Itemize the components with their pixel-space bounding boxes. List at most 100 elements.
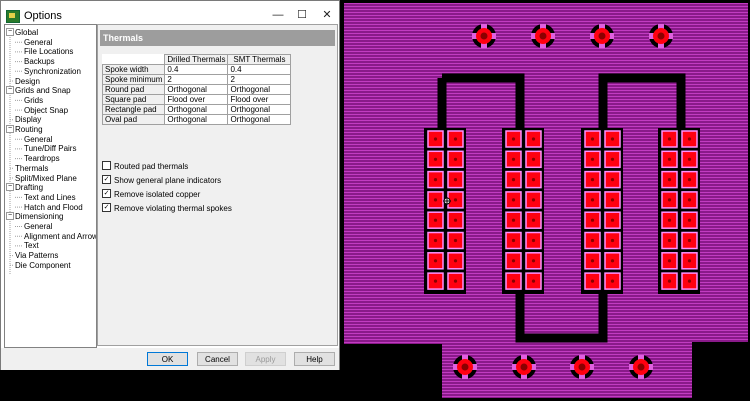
row-label: Oval pad bbox=[101, 114, 166, 125]
cell-drilled[interactable]: Orthogonal bbox=[164, 84, 229, 95]
cell-drilled[interactable]: 0.4 bbox=[164, 64, 229, 75]
via-hole bbox=[578, 363, 586, 371]
pad-center-mark bbox=[511, 137, 516, 141]
pad-center-mark bbox=[531, 238, 536, 243]
pad-center-mark bbox=[433, 137, 438, 141]
pad-center-mark bbox=[687, 137, 692, 141]
row-label: Spoke width bbox=[101, 64, 166, 75]
table-corner bbox=[101, 54, 166, 65]
collapse-toggle[interactable]: − bbox=[6, 28, 14, 36]
pad-center-mark bbox=[667, 218, 672, 222]
via-hole bbox=[461, 363, 469, 371]
table-row: Spoke minimum 2 2 bbox=[101, 74, 292, 85]
cell-drilled[interactable]: Flood over bbox=[164, 94, 229, 105]
pad-center-mark bbox=[531, 157, 536, 161]
pad-center-mark bbox=[590, 137, 595, 141]
pcb-canvas[interactable] bbox=[340, 0, 750, 401]
minimize-button[interactable]: — bbox=[267, 6, 289, 24]
window-title: Options bbox=[24, 10, 62, 22]
show-plane-indicators-checkbox[interactable]: ✓ Show general plane indicators bbox=[102, 175, 221, 187]
apply-button[interactable]: Apply bbox=[245, 352, 286, 366]
pad-center-mark bbox=[667, 238, 672, 243]
row-label: Square pad bbox=[101, 94, 166, 105]
pad-center-mark bbox=[453, 137, 458, 141]
table-row: Rectangle pad Orthogonal Orthogonal bbox=[101, 104, 292, 115]
pad-center-mark bbox=[453, 279, 458, 283]
pad-center-mark bbox=[511, 198, 516, 202]
pad-center-mark bbox=[433, 178, 438, 182]
cell-smt[interactable]: 0.4 bbox=[227, 64, 292, 75]
checkbox-label: Routed pad thermals bbox=[114, 162, 189, 171]
tree-item[interactable]: Die Component bbox=[15, 260, 71, 271]
pad-center-mark bbox=[531, 137, 536, 141]
panel-title: Thermals bbox=[100, 30, 335, 46]
thermals-panel: Thermals Drilled Thermals SMT Thermals S… bbox=[97, 24, 338, 346]
options-tree[interactable]: Global − General File Locations Backups Synch… bbox=[4, 24, 97, 348]
collapse-toggle[interactable]: − bbox=[6, 86, 14, 95]
checkbox-box[interactable] bbox=[102, 161, 111, 171]
pad-center-mark bbox=[433, 238, 438, 243]
pad-center-mark bbox=[531, 259, 536, 263]
cell-drilled[interactable]: 2 bbox=[164, 74, 229, 85]
remove-violating-spokes-checkbox[interactable]: ✓ Remove violating thermal spokes bbox=[102, 203, 232, 215]
collapse-toggle[interactable]: − bbox=[6, 125, 14, 133]
pad-center-mark bbox=[687, 178, 692, 182]
pad-center-mark bbox=[433, 218, 438, 222]
pad-center-mark bbox=[511, 259, 516, 263]
checkbox-label: Remove isolated copper bbox=[114, 190, 201, 199]
table-row: Oval pad Orthogonal Orthogonal bbox=[101, 114, 292, 125]
collapse-toggle[interactable]: − bbox=[6, 212, 14, 221]
pad-center-mark bbox=[687, 279, 692, 283]
app-icon bbox=[6, 10, 20, 23]
pad-center-mark bbox=[667, 198, 672, 202]
via-hole bbox=[637, 363, 645, 371]
checkbox-label: Remove violating thermal spokes bbox=[114, 204, 232, 213]
close-button[interactable]: ✕ bbox=[316, 6, 338, 24]
pad-center-mark bbox=[511, 238, 516, 243]
cell-smt[interactable]: Orthogonal bbox=[227, 84, 292, 95]
routed-pad-thermals-checkbox[interactable]: Routed pad thermals bbox=[102, 161, 188, 173]
via-hole bbox=[520, 363, 528, 371]
cell-smt[interactable]: Orthogonal bbox=[227, 104, 292, 115]
pad-center-mark bbox=[453, 218, 458, 222]
via-hole bbox=[657, 32, 665, 40]
pad-center-mark bbox=[687, 259, 692, 263]
collapse-toggle[interactable]: − bbox=[6, 183, 14, 192]
checkbox-box[interactable]: ✓ bbox=[102, 189, 111, 199]
pad-center-mark bbox=[433, 198, 438, 202]
pad-center-mark bbox=[667, 137, 672, 141]
pad-center-mark bbox=[667, 178, 672, 182]
pad-center-mark bbox=[667, 259, 672, 263]
pad-center-mark bbox=[511, 157, 516, 161]
cell-drilled[interactable]: Orthogonal bbox=[164, 114, 229, 125]
checkbox-box[interactable]: ✓ bbox=[102, 175, 111, 185]
pad-center-mark bbox=[590, 279, 595, 283]
pad-center-mark bbox=[667, 279, 672, 283]
pad-center-mark bbox=[531, 218, 536, 222]
cancel-button[interactable]: Cancel bbox=[197, 352, 238, 366]
pad-center-mark bbox=[667, 157, 672, 161]
pad-center-mark bbox=[433, 259, 438, 263]
pad-center-mark bbox=[610, 259, 615, 263]
maximize-button[interactable]: ☐ bbox=[291, 6, 313, 24]
checkbox-box[interactable]: ✓ bbox=[102, 203, 111, 213]
pad-center-mark bbox=[610, 178, 615, 182]
via-hole bbox=[480, 32, 488, 40]
via-hole bbox=[598, 32, 606, 40]
cell-smt[interactable]: Orthogonal bbox=[227, 114, 292, 125]
pad-center-mark bbox=[610, 218, 615, 222]
pad-center-mark bbox=[610, 137, 615, 141]
cell-smt[interactable]: 2 bbox=[227, 74, 292, 85]
pad-center-mark bbox=[511, 178, 516, 182]
pad-center-mark bbox=[610, 198, 615, 202]
button-bar: OK Cancel Apply Help bbox=[1, 348, 339, 370]
cell-smt[interactable]: Flood over bbox=[227, 94, 292, 105]
remove-isolated-copper-checkbox[interactable]: ✓ Remove isolated copper bbox=[102, 189, 200, 201]
pad-center-mark bbox=[453, 178, 458, 182]
checkbox-label: Show general plane indicators bbox=[114, 176, 222, 185]
ok-button[interactable]: OK bbox=[147, 352, 188, 366]
help-button[interactable]: Help bbox=[294, 352, 335, 366]
cell-drilled[interactable]: Orthogonal bbox=[164, 104, 229, 115]
pad-center-mark bbox=[610, 157, 615, 161]
pad-center-mark bbox=[687, 198, 692, 202]
